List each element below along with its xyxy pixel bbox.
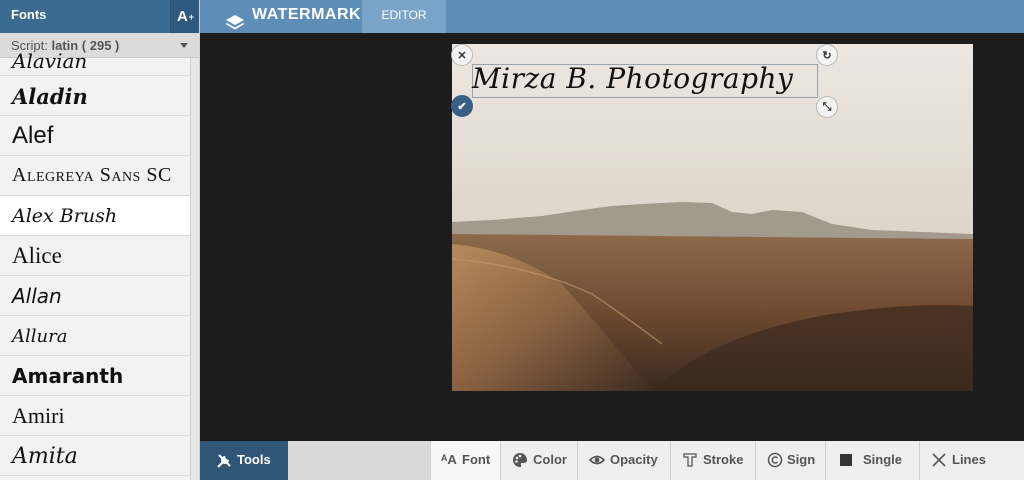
top-navigation-bar: WATERMARK EDITOR: [200, 0, 1024, 33]
cross-lines-icon: [932, 453, 946, 467]
font-item-label: Alex Brush: [12, 205, 118, 227]
rotate-icon[interactable]: ↻: [816, 44, 838, 66]
copyright-icon: [767, 452, 783, 468]
lines-tool-label: Lines: [952, 452, 986, 467]
font-list-scrollbar[interactable]: [190, 58, 199, 480]
font-item-label: Alef: [12, 122, 54, 149]
add-font-label: A: [176, 8, 188, 25]
watermark-logo-icon: [225, 15, 245, 30]
single-tool-button[interactable]: Single: [825, 441, 919, 480]
tools-icon: [217, 454, 231, 468]
font-size-icon: ᴬA: [441, 452, 457, 467]
tools-button[interactable]: Tools: [200, 441, 288, 480]
chevron-down-icon: [180, 43, 188, 48]
palette-icon: [513, 453, 527, 467]
stroke-tool-label: Stroke: [703, 452, 744, 467]
opacity-tool-label: Opacity: [610, 452, 658, 467]
fonts-title: Fonts: [11, 7, 47, 22]
add-font-plus: +: [188, 11, 195, 22]
opacity-tool-button[interactable]: Opacity: [577, 441, 670, 480]
font-list: Alavian Aladin Alef Alegreya Sans SC Ale…: [0, 49, 190, 476]
font-item-alex-brush[interactable]: Alex Brush: [0, 196, 190, 236]
font-item-label: Amaranth: [12, 364, 124, 388]
bottom-toolbar: Tools ᴬA Font Color Opacity Stroke Sign: [200, 441, 1024, 480]
stroke-tool-button[interactable]: Stroke: [670, 441, 755, 480]
font-item-alice[interactable]: Alice: [0, 236, 190, 276]
sign-tool-label: Sign: [787, 452, 816, 467]
font-tool-label: Font: [462, 452, 491, 467]
color-tool-button[interactable]: Color: [500, 441, 577, 480]
square-icon: [840, 454, 852, 466]
resize-icon[interactable]: ⤡: [816, 96, 838, 118]
font-item-aladin[interactable]: Aladin: [0, 76, 190, 116]
font-item-label: Amiri: [12, 403, 65, 428]
fonts-sidebar: Fonts A + Script: latin ( 295 ) Alavian A…: [0, 0, 200, 480]
font-item-amiri[interactable]: Amiri: [0, 396, 190, 436]
font-tool-button[interactable]: ᴬA Font: [430, 441, 500, 480]
lines-tool-button[interactable]: Lines: [919, 441, 1024, 480]
font-item-label: Alegreya Sans SC: [12, 164, 172, 186]
watermark-text[interactable]: Mirza B. Photography: [472, 62, 818, 98]
brand-name: WATERMARK: [252, 6, 362, 23]
font-item-amaranth[interactable]: Amaranth: [0, 356, 190, 396]
tools-label: Tools: [237, 452, 271, 467]
font-item-allan[interactable]: Allan: [0, 276, 190, 316]
font-item-alef[interactable]: Alef: [0, 116, 190, 156]
sign-tool-button[interactable]: Sign: [755, 441, 825, 480]
font-item-partial-label: Alavian: [12, 49, 88, 73]
font-item-label: Alice: [12, 243, 62, 268]
font-item-amita[interactable]: Amita: [0, 436, 190, 476]
outline-text-icon: [683, 453, 697, 467]
close-icon[interactable]: ✕: [451, 44, 473, 66]
font-item-label: Aladin: [12, 84, 88, 109]
eye-icon: [589, 455, 605, 465]
font-item-partial[interactable]: Alavian: [0, 49, 190, 76]
font-item-alegreya-sans-sc[interactable]: Alegreya Sans SC: [0, 156, 190, 196]
tab-editor[interactable]: EDITOR: [362, 0, 446, 33]
font-item-label: Allura: [12, 326, 68, 347]
fonts-header: Fonts A +: [0, 0, 199, 33]
single-tool-label: Single: [863, 452, 903, 467]
add-font-button[interactable]: A +: [170, 0, 199, 33]
check-icon[interactable]: ✔: [451, 95, 473, 117]
font-item-label: Amita: [12, 444, 78, 469]
font-item-allura[interactable]: Allura: [0, 316, 190, 356]
font-item-label: Allan: [12, 284, 62, 308]
color-tool-label: Color: [533, 452, 567, 467]
